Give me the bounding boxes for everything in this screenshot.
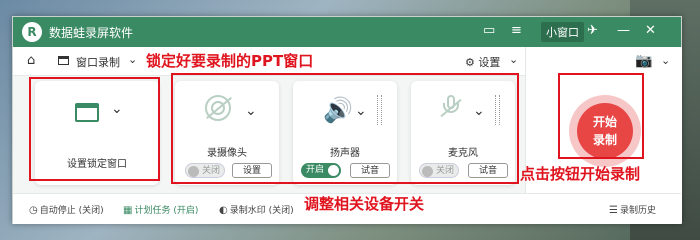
highlight-device-cards — [171, 73, 519, 184]
calendar-icon: ▦ — [123, 205, 133, 216]
gear-icon: ⚙ — [465, 56, 475, 69]
drop-icon: ◐ — [219, 205, 228, 216]
settings-label: 设置 — [478, 56, 501, 69]
menu-icon[interactable]: ≡ — [511, 23, 522, 38]
mini-window-button[interactable]: 小窗口 — [541, 22, 584, 42]
annotation-right: 点击按钮开始录制 — [520, 165, 641, 183]
list-icon: ☰ — [609, 205, 618, 216]
pin-icon[interactable]: ✈ — [587, 23, 598, 38]
title-bar: R 数据蛙录屏软件 ▭ ≡ 小窗口 ✈ — ✕ — [13, 17, 681, 47]
annotation-bottom: 调整相关设备开关 — [304, 195, 425, 213]
watermark-item[interactable]: ◐ 录制水印 (关闭) — [219, 203, 294, 216]
clock-icon: ◷ — [29, 205, 38, 216]
app-title: 数据蛙录屏软件 — [49, 26, 134, 40]
window-record-label[interactable]: 窗口录制 — [76, 54, 120, 70]
chat-icon[interactable]: ▭ — [483, 23, 495, 38]
window-icon — [58, 56, 69, 65]
chevron-down-icon[interactable]: ⌄ — [128, 53, 137, 66]
auto-stop-item[interactable]: ◷ 自动停止 (关闭) — [29, 203, 104, 216]
app-logo: R — [22, 22, 42, 42]
camera-snapshot-icon[interactable]: 📷 — [635, 53, 652, 69]
schedule-item[interactable]: ▦ 计划任务 (开启) — [123, 203, 198, 216]
settings-button[interactable]: ⚙ 设置 — [465, 54, 500, 70]
chevron-down-icon[interactable]: ⌄ — [661, 54, 670, 67]
home-icon[interactable]: ⌂ — [27, 53, 35, 68]
minimize-icon[interactable]: — — [617, 23, 630, 38]
chevron-down-icon[interactable]: ⌄ — [509, 53, 518, 66]
highlight-window-card — [29, 77, 160, 181]
close-icon[interactable]: ✕ — [645, 23, 656, 38]
highlight-record-button — [558, 73, 644, 159]
history-item[interactable]: ☰ 录制历史 — [609, 203, 656, 216]
annotation-top: 锁定好要录制的PPT窗口 — [146, 52, 314, 70]
